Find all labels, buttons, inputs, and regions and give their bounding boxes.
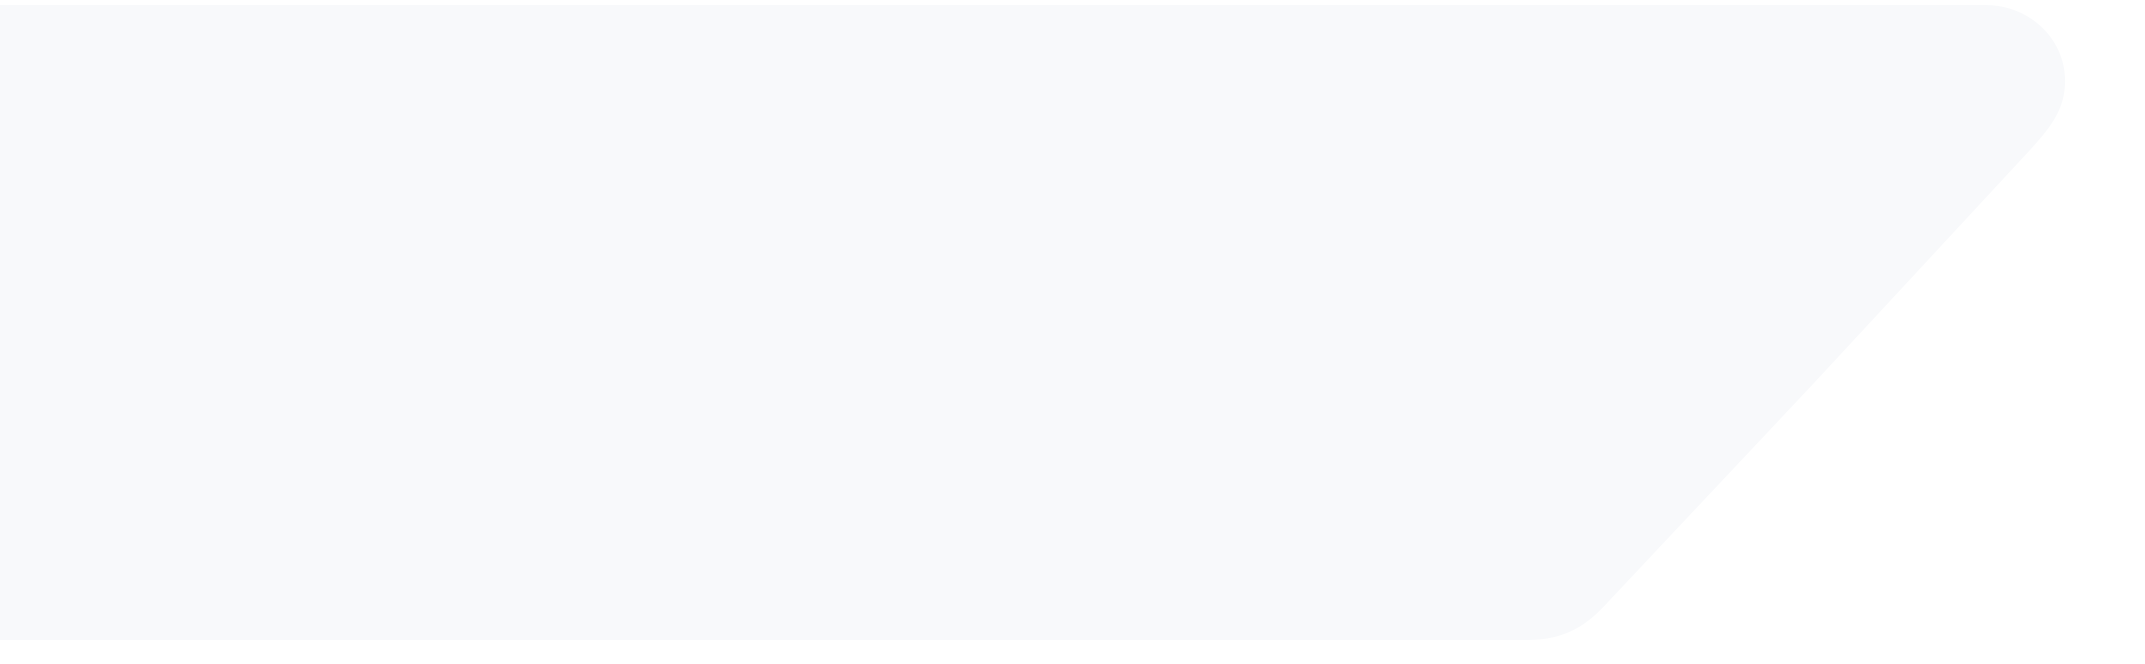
banner-graphic [0,5,2066,640]
page-canvas [0,0,2145,664]
banner-shape [0,5,2066,640]
